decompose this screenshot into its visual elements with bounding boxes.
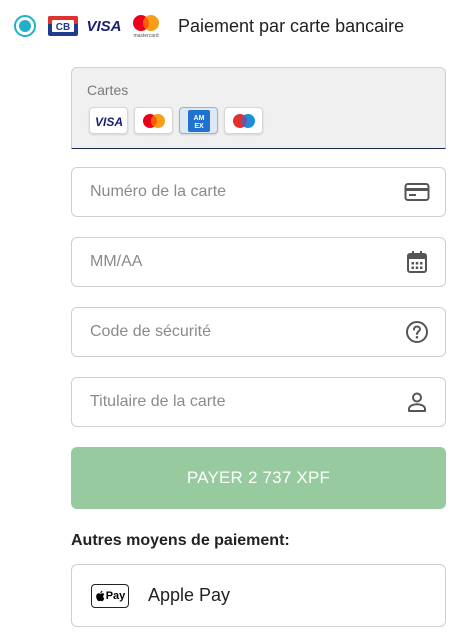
brand-logos: CB VISA mastercard [48,13,162,39]
visa-chip-text: VISA [94,115,122,128]
cards-label: Cartes [87,82,129,98]
cb-logo-text: CB [56,22,70,33]
visa-logo-text: VISA [86,18,121,35]
apple-icon [95,590,105,601]
apple-pay-label: Apple Pay [148,585,231,605]
cb-logo-icon: CB [48,16,78,36]
radio-selected-dot [19,20,31,32]
card-holder-input[interactable] [90,393,403,411]
mastercard-logo-icon: mastercard [133,15,159,39]
svg-text:AM: AM [193,115,204,122]
apple-pay-option[interactable]: Pay Apple Pay [71,564,446,627]
help-circle-icon[interactable] [403,318,431,346]
card-payment-radio[interactable] [14,15,36,37]
security-code-input[interactable] [90,323,403,341]
svg-text:EX: EX [194,123,204,130]
payment-method-title: Paiement par carte bancaire [178,15,405,36]
apple-pay-badge-text: Pay [105,589,126,602]
apple-pay-icon: Pay [91,583,129,608]
card-chips: VISA AM EX [89,107,263,134]
card-type-selector: Cartes VISA AM EX [71,67,446,149]
amex-icon: AM EX [187,109,210,132]
visa-logo-icon: VISA [86,18,121,35]
expiry-input[interactable] [90,253,403,271]
maestro-icon [232,113,255,128]
security-code-field[interactable] [71,307,446,357]
person-icon [403,388,431,416]
card-holder-field[interactable] [71,377,446,427]
card-number-input[interactable] [90,183,403,201]
card-number-field[interactable] [71,167,446,217]
other-methods-title: Autres moyens de paiement: [71,532,290,549]
card-chip-mastercard[interactable] [134,107,173,134]
payment-method-header[interactable]: CB VISA mastercard Paiement par carte ba… [14,10,454,42]
pay-button[interactable]: PAYER 2 737 XPF [71,447,446,509]
card-chip-maestro[interactable] [224,107,263,134]
credit-card-icon [403,178,431,206]
expiry-field[interactable] [71,237,446,287]
mastercard-icon [142,113,165,128]
visa-icon: VISA [94,115,122,128]
card-chip-visa[interactable]: VISA [89,107,128,134]
card-chip-amex[interactable]: AM EX [179,107,218,134]
calendar-icon [403,248,431,276]
mastercard-logo-text: mastercard [133,33,158,39]
